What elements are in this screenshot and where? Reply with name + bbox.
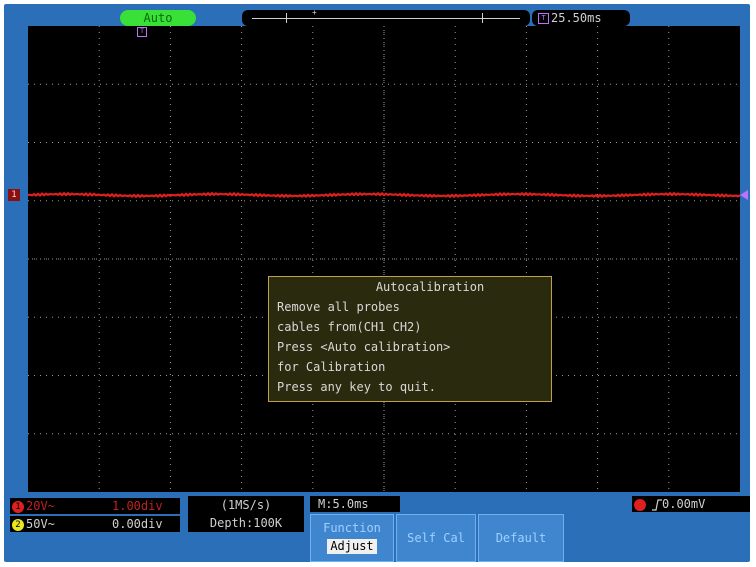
timebase-window-right-tick [482, 13, 483, 23]
dialog-line: Press any key to quit. [277, 380, 436, 394]
trigger-source-indicator [634, 498, 646, 511]
dialog-line: Press <Auto calibration> [277, 340, 451, 354]
trigger-position-icon: T [538, 13, 549, 24]
top-status-bar: Auto + T 25.50ms [4, 4, 750, 26]
ch1-indicator: 1 [12, 500, 24, 513]
timebase-track [252, 18, 520, 19]
function-softkey[interactable]: Function Adjust [310, 514, 394, 562]
default-softkey[interactable]: Default [478, 514, 564, 562]
horizontal-delay-readout: T 25.50ms [532, 10, 630, 26]
acquisition-info: (1MS/s) Depth:100K [188, 496, 304, 532]
ch1-coupling: 20V~ [26, 499, 55, 513]
dialog-line: cables from(CH1 CH2) [277, 320, 422, 334]
ch1-waveform-trace [28, 191, 740, 199]
main-timebase: M:5.0ms [310, 496, 400, 512]
bottom-status-area: 1 20V~ 1.00div 2 50V~ 0.00div (1MS/s) Dept… [8, 496, 754, 566]
ch1-offset-marker[interactable]: 1 [8, 189, 20, 201]
timebase-position-bar: + [242, 8, 530, 26]
trigger-level-marker[interactable] [740, 190, 748, 200]
oscilloscope-display: Auto + T 25.50ms Autocalibration Remove a… [4, 4, 750, 562]
trigger-position-marker: T [137, 27, 147, 37]
timebase-window-left-tick [286, 13, 287, 23]
trigger-mode-badge: Auto [120, 10, 196, 26]
dialog-title: Autocalibration [375, 280, 485, 294]
rising-edge-icon [652, 498, 662, 511]
sample-rate: (1MS/s) [220, 498, 272, 512]
trigger-status: 0.00mV [632, 496, 750, 512]
trigger-level: 0.00mV [662, 497, 706, 511]
autocalibration-dialog: Autocalibration Remove all probes cables… [268, 276, 552, 402]
ch1-scale: 1.00div [112, 499, 163, 513]
delay-value: 25.50ms [551, 11, 602, 25]
ch1-status: 1 20V~ 1.00div [10, 498, 180, 514]
trigger-point-marker: + [312, 8, 317, 17]
ch2-indicator: 2 [12, 518, 24, 531]
memory-depth: Depth:100K [209, 516, 283, 530]
ch2-coupling: 50V~ [26, 517, 55, 531]
waveform-screen[interactable]: Autocalibration Remove all probes cables… [28, 26, 740, 492]
function-softkey-value: Adjust [327, 539, 377, 554]
ch2-scale: 0.00div [112, 517, 163, 531]
graticule [28, 26, 740, 492]
dialog-line: for Calibration [277, 360, 386, 374]
ch2-status: 2 50V~ 0.00div [10, 516, 180, 532]
self-cal-softkey[interactable]: Self Cal [396, 514, 476, 562]
function-softkey-title: Function [323, 521, 381, 535]
dialog-line: Remove all probes [277, 300, 400, 314]
